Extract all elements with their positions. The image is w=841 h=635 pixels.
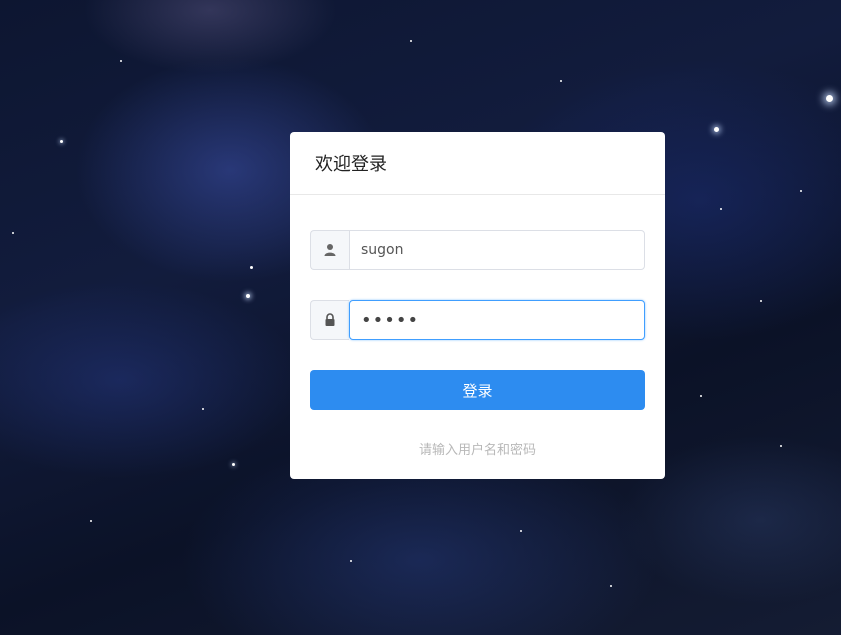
username-field-group: [310, 230, 645, 270]
login-card-header: 欢迎登录: [290, 132, 665, 195]
star: [410, 40, 412, 42]
user-icon: [310, 230, 349, 270]
star: [246, 294, 250, 298]
login-hint-text: 请输入用户名和密码: [418, 443, 536, 458]
star: [826, 95, 833, 102]
star: [202, 408, 204, 410]
star: [232, 463, 235, 466]
star: [560, 80, 562, 82]
star: [700, 395, 702, 397]
star: [12, 232, 14, 234]
login-card: 欢迎登录 登录 请输入用户名和密码: [290, 132, 665, 479]
star: [800, 190, 802, 192]
star: [760, 300, 762, 302]
password-input[interactable]: [349, 300, 645, 340]
password-field-group: [310, 300, 645, 340]
star: [90, 520, 92, 522]
login-title: 欢迎登录: [315, 154, 387, 175]
star: [350, 560, 352, 562]
lock-icon: [310, 300, 349, 340]
star: [714, 127, 719, 132]
login-button[interactable]: 登录: [310, 370, 645, 410]
star: [60, 140, 63, 143]
star: [720, 208, 722, 210]
star: [520, 530, 522, 532]
username-input[interactable]: [349, 230, 645, 270]
star: [780, 445, 782, 447]
star: [610, 585, 612, 587]
star: [120, 60, 122, 62]
star: [250, 266, 253, 269]
